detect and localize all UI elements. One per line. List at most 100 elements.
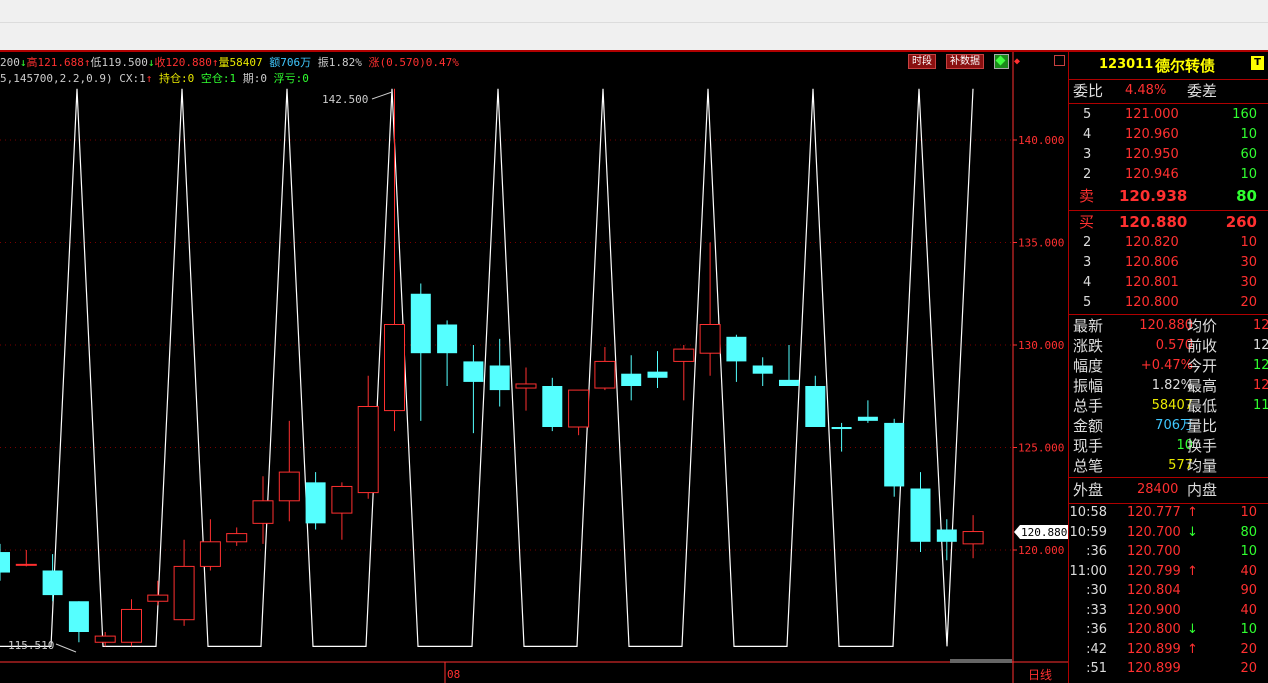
stat-label: 幅度 [1073, 357, 1104, 375]
tick-row[interactable]: :36 120.700 10 [1069, 542, 1268, 562]
weibi-value: 4.48% [1125, 83, 1167, 98]
tick-volume: 40 [1240, 602, 1257, 618]
candle-body[interactable] [831, 427, 852, 430]
stat-label: 均量 [1187, 457, 1218, 475]
candle-body[interactable] [278, 471, 300, 502]
info-segment: 振1.82% [317, 56, 369, 69]
candle-body[interactable] [594, 360, 616, 389]
candle-body[interactable] [42, 570, 63, 596]
tick-row[interactable]: :33 120.900 40 [1069, 601, 1268, 621]
buy-1-price: 120.880 [1119, 213, 1188, 231]
stat-value: 12 [1253, 358, 1268, 373]
candle-body[interactable] [331, 485, 353, 514]
info-segment: 期:0 [242, 72, 274, 85]
tick-row[interactable]: :42 120.899 ↑ 20 [1069, 640, 1268, 660]
ask-volume: 10 [1240, 127, 1257, 142]
info-segment: 高121.688 [26, 56, 84, 69]
scrollbar[interactable] [950, 659, 1012, 663]
security-name: 德尔转债 [1155, 57, 1216, 75]
period-button[interactable]: 时段 [908, 54, 936, 69]
bid-price: 120.800 [1125, 295, 1179, 310]
candle-body[interactable] [199, 541, 221, 567]
ask-level: 5 [1083, 107, 1092, 122]
tick-row[interactable]: 11:00 120.799 ↑ 40 [1069, 562, 1268, 582]
ask-row[interactable]: 2 120.946 10 [1069, 165, 1268, 185]
candle-body[interactable] [621, 373, 642, 386]
ask-level: 3 [1083, 147, 1092, 162]
stat-value: 12 [1253, 338, 1268, 353]
candle-body[interactable] [226, 533, 248, 543]
info-segment: 持仓:0 [158, 72, 201, 85]
candle-body[interactable] [147, 594, 169, 602]
t-badge-icon[interactable]: T [1251, 56, 1264, 70]
candle-body[interactable] [68, 601, 89, 632]
tick-arrow: ↓ [1187, 622, 1198, 637]
candle-body[interactable] [647, 371, 668, 378]
candle-body[interactable] [805, 386, 826, 427]
candle-body[interactable] [699, 324, 721, 354]
candle-body[interactable] [515, 383, 537, 389]
period-axis-label[interactable]: 日线 [1028, 668, 1052, 682]
ask-row[interactable]: 5 121.000 160 [1069, 105, 1268, 125]
bid-row[interactable]: 5 120.800 20 [1069, 293, 1268, 313]
candle-body[interactable] [936, 529, 957, 542]
candle-body[interactable] [752, 365, 773, 374]
candle-body[interactable] [252, 500, 274, 524]
candle-body[interactable] [673, 348, 695, 362]
ask-price: 120.950 [1125, 147, 1179, 162]
info-segment: 200 [0, 56, 20, 69]
candle-body[interactable] [962, 531, 984, 545]
candle-body[interactable] [857, 416, 878, 421]
candle-body[interactable] [437, 324, 458, 354]
candle-body[interactable] [726, 336, 747, 362]
candle-body[interactable] [15, 563, 37, 566]
sell-1-row[interactable]: 卖 120.938 80 [1069, 186, 1268, 208]
stats-row: 总笔 577 均量 [1069, 456, 1268, 476]
candle-body[interactable] [0, 552, 10, 573]
candle-body[interactable] [542, 386, 563, 427]
bid-row[interactable]: 2 120.820 10 [1069, 233, 1268, 253]
tick-price: 120.804 [1127, 583, 1181, 598]
info-segment: 5,145700,2.2,0.9) [0, 72, 120, 85]
tick-price: 120.900 [1127, 602, 1181, 618]
tick-price: 120.899 [1127, 661, 1181, 676]
tick-arrow: ↑ [1187, 641, 1198, 657]
candle-body[interactable] [410, 293, 431, 354]
candle-body[interactable] [910, 488, 931, 542]
candle-body[interactable] [357, 406, 379, 494]
tick-row[interactable]: :51 120.899 20 [1069, 659, 1268, 679]
candle-body[interactable] [384, 324, 405, 412]
candle-body[interactable] [121, 608, 142, 643]
ask-level: 4 [1083, 127, 1092, 142]
ask-row[interactable]: 4 120.960 10 [1069, 125, 1268, 145]
tick-row[interactable]: 10:59 120.700 ↓ 80 [1069, 523, 1268, 543]
candle-body[interactable] [305, 482, 326, 524]
tick-time: 11:00 [1069, 563, 1107, 579]
tick-row[interactable]: 10:58 120.777 ↑ 10 [1069, 503, 1268, 523]
tick-time: :36 [1086, 622, 1107, 637]
indicator-toggle-icon[interactable] [994, 54, 1009, 69]
tick-row[interactable]: :30 120.804 90 [1069, 581, 1268, 601]
ask-row[interactable]: 3 120.950 60 [1069, 145, 1268, 165]
supplement-data-button[interactable]: 补数据 [946, 54, 984, 69]
tick-row[interactable]: :36 120.800 ↓ 10 [1069, 620, 1268, 640]
stat-label: 最高 [1187, 377, 1218, 395]
tick-price: 120.799 [1127, 563, 1181, 579]
candle-body[interactable] [884, 422, 905, 487]
candle-body[interactable] [94, 635, 116, 643]
sell-label: 卖 [1079, 187, 1095, 205]
candle-body[interactable] [779, 379, 799, 386]
candle-body[interactable] [463, 361, 484, 382]
maximize-icon[interactable] [1054, 55, 1065, 66]
stats-row: 涨跌 0.570 前收 12 [1069, 336, 1268, 356]
tick-price: 120.777 [1127, 505, 1181, 520]
candle-body[interactable] [489, 365, 510, 391]
kline-chart[interactable]: 140.000 135.000 130.000 125.000 120.000 ◆ 142.… [0, 52, 1068, 683]
candle-body[interactable] [568, 389, 590, 428]
stat-label: 金额 [1073, 417, 1104, 435]
tick-time: :51 [1086, 661, 1107, 676]
candle-body[interactable] [173, 565, 195, 621]
bid-row[interactable]: 3 120.806 30 [1069, 253, 1268, 273]
buy-1-row[interactable]: 买 120.880 260 [1069, 212, 1268, 234]
bid-row[interactable]: 4 120.801 30 [1069, 273, 1268, 293]
